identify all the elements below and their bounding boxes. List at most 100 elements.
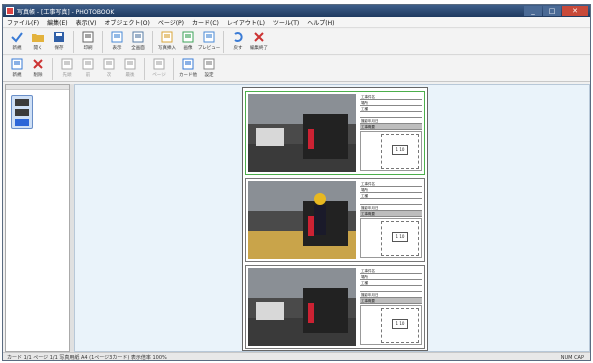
album-page: 工事件名 場所 工種 撮影年月日 工事概要 1 10 工事件名 場所 工種 撮影年月日 工事概要 1 … (242, 87, 428, 351)
page-canvas[interactable]: 工事件名 場所 工種 撮影年月日 工事概要 1 10 工事件名 場所 工種 撮影年月日 工事概要 1 … (74, 84, 590, 352)
card-photo[interactable] (248, 268, 356, 346)
toolbar-separator (144, 58, 145, 80)
save-icon (52, 31, 66, 43)
menu-layout[interactable]: レイアウト(L) (227, 18, 265, 27)
card-info-form: 工事件名 場所 工種 撮影年月日 工事概要 1 10 (360, 181, 422, 259)
card-toolbar-button-3[interactable]: 前 (78, 56, 98, 81)
main-toolbar-button-label: 表示 (112, 46, 122, 51)
thumbnail-pane-header (6, 85, 69, 90)
delete-x-icon (31, 58, 45, 70)
card-icon (181, 58, 195, 70)
toolbar-separator (73, 31, 74, 53)
menu-bar: ファイル(F) 編集(E) 表示(V) オブジェクト(O) ページ(P) カード… (3, 17, 590, 28)
main-toolbar-button-2[interactable]: 保存 (49, 29, 69, 54)
menu-object[interactable]: オブジェクト(O) (104, 18, 149, 27)
thumbnail-card (15, 99, 29, 106)
main-toolbar-button-label: 新規 (12, 46, 22, 51)
check-icon (10, 31, 24, 43)
view-icon (110, 31, 124, 43)
card-field-header: 工事概要 (360, 211, 422, 217)
main-toolbar-button-5[interactable]: 全画面 (128, 29, 148, 54)
sketch-value: 1 10 (392, 232, 408, 242)
card-toolbar-button-2[interactable]: 先頭 (57, 56, 77, 81)
menu-edit[interactable]: 編集(E) (47, 18, 67, 27)
window-title: 写真帳 - [工事写真] - PHOTOBOOK (17, 9, 115, 16)
main-toolbar-button-9[interactable]: 戻す (228, 29, 248, 54)
main-toolbar-button-label: 写真挿入 (158, 46, 176, 51)
card-toolbar-button-label: ページ (152, 73, 166, 78)
main-toolbar-button-7[interactable]: 画像 (178, 29, 198, 54)
main-toolbar-button-3[interactable]: 印刷 (78, 29, 98, 54)
fullscreen-icon (131, 31, 145, 43)
card-toolbar-button-label: 新規 (12, 73, 22, 78)
card-toolbar-button-5[interactable]: 最後 (120, 56, 140, 81)
main-toolbar-button-label: 印刷 (83, 46, 93, 51)
main-toolbar: 新規 開く 保存 印刷 表示 全画面 写真挿入 画像 プレビュー 戻す 編集終了 (3, 29, 590, 55)
menu-view[interactable]: 表示(V) (76, 18, 97, 27)
card-toolbar-button-label: 先頭 (62, 73, 72, 78)
first-icon (60, 58, 74, 70)
menu-tools[interactable]: ツール(T) (273, 18, 299, 27)
main-toolbar-button-0[interactable]: 新規 (7, 29, 27, 54)
menu-card[interactable]: カード(C) (192, 18, 219, 27)
menu-help[interactable]: ヘルプ(H) (307, 18, 334, 27)
card-toolbar-button-label: 最後 (125, 73, 135, 78)
main-toolbar-button-label: 全画面 (131, 46, 145, 51)
card-field-header: 工事概要 (360, 124, 422, 130)
main-toolbar-button-label: 開く (33, 46, 43, 51)
prev-icon (81, 58, 95, 70)
photo-card[interactable]: 工事件名 場所 工種 撮影年月日 工事概要 1 10 (245, 265, 425, 349)
toolbar-separator (102, 31, 103, 53)
main-toolbar-button-6[interactable]: 写真挿入 (157, 29, 177, 54)
menu-file[interactable]: ファイル(F) (7, 18, 39, 27)
card-photo[interactable] (248, 181, 356, 259)
maximize-button[interactable]: □ (543, 6, 561, 16)
print-icon (81, 31, 95, 43)
sketch-grid: 1 10 (381, 134, 419, 169)
main-toolbar-button-label: 戻す (233, 46, 243, 51)
card-toolbar-button-1[interactable]: 削除 (28, 56, 48, 81)
sketch-grid: 1 10 (381, 308, 419, 343)
sketch-value: 1 10 (392, 319, 408, 329)
card-photo[interactable] (248, 94, 356, 172)
main-toolbar-button-4[interactable]: 表示 (107, 29, 127, 54)
main-toolbar-button-8[interactable]: プレビュー (198, 29, 220, 54)
page-thumbnail[interactable] (11, 95, 33, 129)
photo-card[interactable]: 工事件名 場所 工種 撮影年月日 工事概要 1 10 (245, 91, 425, 175)
thumbnail-pane (5, 84, 70, 352)
menu-page[interactable]: ページ(P) (158, 18, 184, 27)
photo-card[interactable]: 工事件名 場所 工種 撮影年月日 工事概要 1 10 (245, 178, 425, 262)
image-icon (181, 31, 195, 43)
close-button[interactable]: ✕ (562, 6, 588, 16)
card-toolbar-button-label: 前 (85, 73, 91, 78)
main-toolbar-button-label: 保存 (54, 46, 64, 51)
toolbar-separator (152, 31, 153, 53)
status-bar: カード 1/1 ページ 1/1 写真用紙 A4 (1ページ3カード) 表示倍率 … (3, 352, 590, 360)
card-info-form: 工事件名 場所 工種 撮影年月日 工事概要 1 10 (360, 268, 422, 346)
card-field-header: 工事概要 (360, 298, 422, 304)
card-toolbar-button-7[interactable]: カード他 (178, 56, 198, 81)
main-toolbar-button-10[interactable]: 編集終了 (249, 29, 269, 54)
card-toolbar-button-4[interactable]: 次 (99, 56, 119, 81)
toolbar-separator (52, 58, 53, 80)
card-toolbar-button-label: 設定 (204, 73, 214, 78)
app-window: 写真帳 - [工事写真] - PHOTOBOOK _ □ ✕ ファイル(F) 編… (2, 4, 591, 361)
undo-icon (231, 31, 245, 43)
close-x-icon (252, 31, 266, 43)
photo-icon (160, 31, 174, 43)
folder-icon (31, 31, 45, 43)
toolbar-separator (173, 58, 174, 80)
next-icon (102, 58, 116, 70)
sketch-value: 1 10 (392, 145, 408, 155)
card-info-form: 工事件名 場所 工種 撮影年月日 工事概要 1 10 (360, 94, 422, 172)
card-toolbar: 新規 削除 先頭 前 次 最後 ページ カード他 設定 (3, 56, 590, 82)
card-toolbar-button-6[interactable]: ページ (149, 56, 169, 81)
main-toolbar-button-label: 編集終了 (250, 46, 268, 51)
minimize-button[interactable]: _ (524, 6, 542, 16)
settings-icon (202, 58, 216, 70)
card-toolbar-button-0[interactable]: 新規 (7, 56, 27, 81)
main-toolbar-button-1[interactable]: 開く (28, 29, 48, 54)
card-toolbar-button-8[interactable]: 設定 (199, 56, 219, 81)
title-bar: 写真帳 - [工事写真] - PHOTOBOOK _ □ ✕ (3, 5, 590, 17)
page-icon (152, 58, 166, 70)
